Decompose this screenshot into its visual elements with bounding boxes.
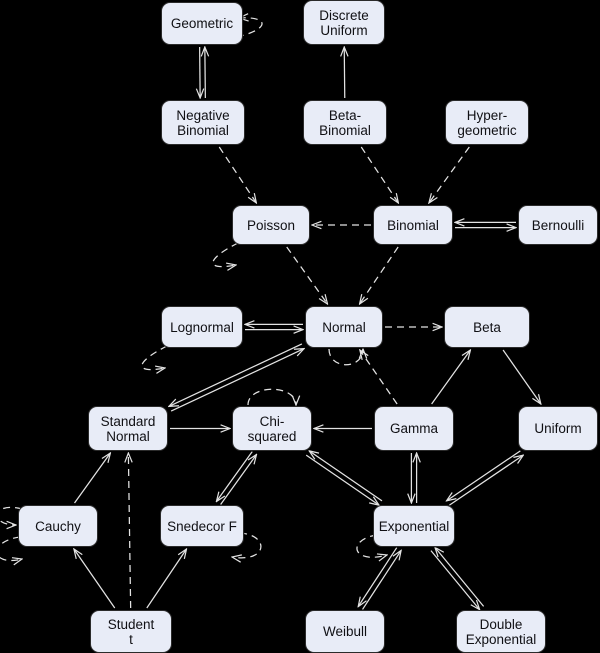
node-label: Bernoulli: [531, 217, 585, 233]
edge-poisson-to-normal: [286, 246, 328, 304]
edge-gamma-to-beta: [431, 350, 471, 405]
edge-exponential-to-double_exponential: [430, 550, 480, 610]
edge-binomial-to-normal: [360, 246, 399, 304]
node-label: Cauchy: [35, 518, 81, 534]
node-label: Geometric: [170, 16, 234, 31]
edge-chi_squared-to-snedecor_f: [216, 451, 253, 501]
node-label: Student t: [107, 616, 155, 647]
node-lognormal[interactable]: Lognormal: [161, 306, 243, 348]
node-label: Weibull: [322, 624, 368, 639]
node-beta_binomial[interactable]: Beta- Binomial: [303, 100, 387, 145]
node-poisson[interactable]: Poisson: [232, 205, 310, 245]
node-gamma[interactable]: Gamma: [374, 406, 454, 451]
edge-double_exponential-to-exponential: [435, 547, 485, 607]
edge-student_t-to-standard_normal: [128, 453, 130, 609]
self-loop-chi_squared: [247, 388, 296, 405]
edge-negative_binomial-to-poisson: [218, 146, 256, 203]
node-cauchy[interactable]: Cauchy: [18, 505, 98, 547]
self-loop-lognormal: [141, 345, 168, 370]
node-label: Snedecor F: [167, 518, 237, 534]
edge-student_t-to-snedecor_f: [146, 549, 187, 609]
edge-chi_squared-to-exponential: [305, 454, 379, 505]
node-label: Negative Binomial: [176, 107, 230, 138]
node-label: Normal: [322, 319, 366, 335]
edge-geometric-to-negative_binomial: [200, 47, 201, 98]
node-binomial[interactable]: Binomial: [373, 205, 453, 245]
edge-snedecor_f-to-chi_squared: [220, 455, 257, 505]
node-label: Beta- Binomial: [319, 107, 371, 138]
node-student_t[interactable]: Student t: [90, 610, 172, 653]
node-label: Chi-squared: [247, 413, 297, 444]
self-loop-poisson: [212, 242, 239, 267]
node-label: Hyper-geometric: [457, 107, 517, 138]
edge-negative_binomial-to-geometric: [205, 47, 206, 98]
node-snedecor_f[interactable]: Snedecor F: [160, 505, 244, 547]
node-chi_squared[interactable]: Chi-squared: [232, 406, 312, 451]
edge-beta_binomial-to-discrete_uniform: [344, 47, 345, 99]
node-label: Discrete Uniform: [319, 7, 369, 38]
edge-uniform-to-exponential: [447, 450, 521, 501]
node-exponential[interactable]: Exponential: [373, 505, 455, 547]
edge-beta-to-uniform: [502, 349, 541, 404]
node-double_exponential[interactable]: Double Exponential: [456, 610, 546, 653]
node-standard_normal[interactable]: Standard Normal: [88, 406, 168, 451]
edge-normal-to-standard_normal: [169, 343, 303, 406]
self-loop-normal: [328, 349, 363, 366]
node-uniform[interactable]: Uniform: [518, 406, 598, 451]
node-label: Poisson: [246, 217, 296, 233]
node-label: Exponential: [378, 518, 450, 534]
node-label: Lognormal: [170, 319, 234, 335]
node-hypergeometric[interactable]: Hyper-geometric: [445, 100, 529, 145]
distribution-relationship-diagram: Geometric Discrete Uniform Negative Binomial…: [0, 0, 600, 653]
node-normal[interactable]: Normal: [305, 306, 383, 348]
node-label: Gamma: [389, 421, 438, 436]
node-discrete_uniform[interactable]: Discrete Uniform: [303, 0, 385, 45]
edge-gamma-to-normal: [360, 350, 398, 405]
node-negative_binomial[interactable]: Negative Binomial: [161, 100, 245, 145]
node-label: Double Exponential: [465, 616, 537, 647]
edge-student_t-to-cauchy: [74, 549, 116, 609]
edge-cauchy-to-standard_normal: [74, 453, 111, 504]
node-label: Uniform: [534, 421, 582, 436]
edge-weibull-to-exponential: [362, 550, 402, 610]
node-geometric[interactable]: Geometric: [161, 2, 243, 45]
node-beta[interactable]: Beta: [444, 306, 530, 348]
node-weibull[interactable]: Weibull: [305, 610, 385, 653]
edge-hypergeometric-to-binomial: [429, 146, 470, 203]
edge-exponential-to-uniform: [449, 455, 523, 506]
node-label: Beta: [473, 319, 501, 335]
node-label: Binomial: [387, 217, 439, 233]
edge-beta_binomial-to-binomial: [360, 146, 398, 203]
node-bernoulli[interactable]: Bernoulli: [518, 205, 598, 245]
edge-standard_normal-to-normal: [170, 349, 304, 412]
node-label: Standard Normal: [100, 413, 156, 444]
edge-exponential-to-chi_squared: [309, 451, 383, 502]
